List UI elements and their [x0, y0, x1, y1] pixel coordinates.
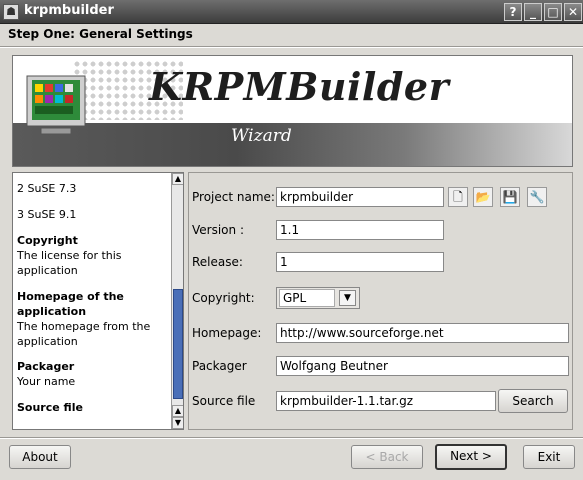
- help-item: Copyright The license for this applicati…: [17, 234, 122, 277]
- open-folder-icon[interactable]: 📂: [473, 187, 493, 207]
- release-input[interactable]: 1: [276, 252, 444, 272]
- homepage-label: Homepage:: [192, 326, 262, 340]
- new-file-icon[interactable]: 🗋: [448, 187, 468, 207]
- banner-strip: [13, 123, 572, 166]
- divider: [0, 46, 583, 48]
- help-button[interactable]: ?: [504, 3, 522, 21]
- next-button[interactable]: Next >: [435, 444, 507, 470]
- dropdown-arrow-icon[interactable]: ▼: [339, 290, 356, 306]
- help-item: 3 SuSE 9.1: [17, 208, 77, 221]
- project-name-input[interactable]: krpmbuilder: [276, 187, 444, 207]
- step-title: Step One: General Settings: [8, 27, 193, 41]
- banner-brand: KRPMBuilder: [149, 64, 450, 109]
- back-button[interactable]: < Back: [351, 445, 423, 469]
- release-label: Release:: [192, 255, 243, 269]
- copyright-value: GPL: [279, 289, 335, 307]
- title-bar[interactable]: ☗ krpmbuilder ? _ □ ✕: [0, 0, 583, 24]
- version-label: Version :: [192, 223, 244, 237]
- help-scrollbar[interactable]: ▲ ▲ ▼: [171, 173, 183, 429]
- version-input[interactable]: 1.1: [276, 220, 444, 240]
- scroll-up-arrow-icon[interactable]: ▲: [172, 405, 183, 417]
- tools-icon[interactable]: 🔧: [527, 187, 547, 207]
- help-panel[interactable]: 2 SuSE 7.3 3 SuSE 9.1 Copyright The lice…: [12, 172, 184, 430]
- about-button[interactable]: About: [9, 445, 71, 469]
- help-item: Packager Your name: [17, 360, 76, 388]
- wizard-banner: KRPMBuilder Wizard: [12, 55, 573, 167]
- exit-button[interactable]: Exit: [523, 445, 575, 469]
- window-title: krpmbuilder: [24, 3, 114, 18]
- help-item: Homepage of the application The homepage…: [17, 290, 151, 348]
- copyright-select[interactable]: GPL ▼: [276, 287, 360, 309]
- divider: [0, 437, 583, 439]
- homepage-input[interactable]: http://www.sourceforge.net: [276, 323, 569, 343]
- maximize-button[interactable]: □: [544, 3, 562, 21]
- help-item: Source file: [17, 401, 83, 414]
- project-name-label: Project name:: [192, 190, 275, 204]
- save-disk-icon[interactable]: 💾: [500, 187, 520, 207]
- scroll-up-arrow-icon[interactable]: ▲: [172, 173, 183, 185]
- minimize-button[interactable]: _: [524, 3, 542, 21]
- source-file-label: Source file: [192, 394, 256, 408]
- monitor-logo-icon: [26, 75, 86, 135]
- packager-input[interactable]: Wolfgang Beutner: [276, 356, 569, 376]
- source-file-input[interactable]: krpmbuilder-1.1.tar.gz: [276, 391, 496, 411]
- banner-subtitle: Wizard: [231, 126, 292, 146]
- packager-label: Packager: [192, 359, 247, 373]
- close-button[interactable]: ✕: [564, 3, 582, 21]
- scroll-thumb[interactable]: [173, 289, 183, 399]
- search-button[interactable]: Search: [498, 389, 568, 413]
- settings-form: Project name: krpmbuilder 🗋 📂 💾 🔧 Versio…: [188, 172, 573, 430]
- help-item: 2 SuSE 7.3: [17, 182, 77, 195]
- app-icon[interactable]: ☗: [3, 4, 19, 20]
- copyright-label: Copyright:: [192, 291, 255, 305]
- scroll-down-arrow-icon[interactable]: ▼: [172, 417, 183, 429]
